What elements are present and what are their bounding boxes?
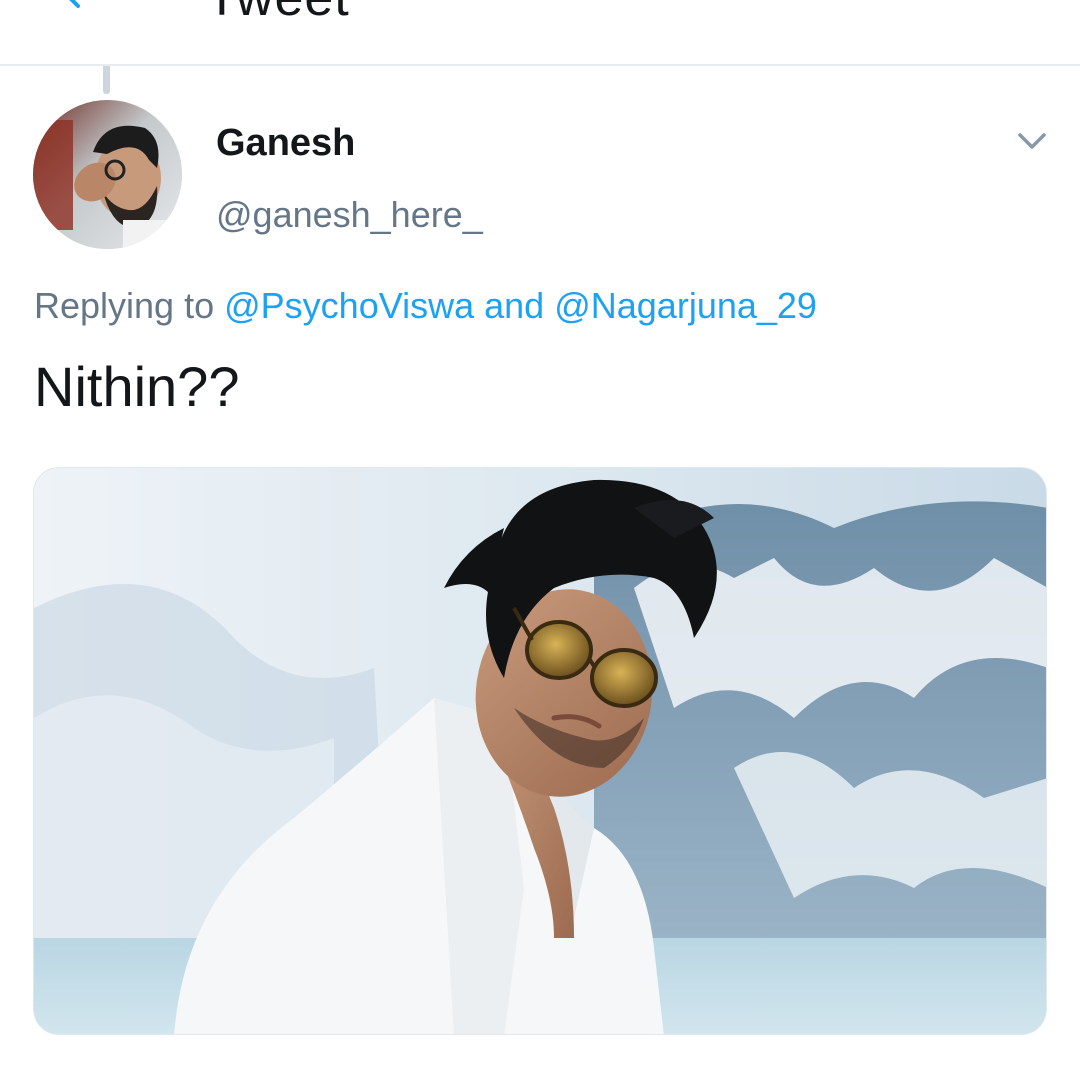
tweet-text: Nithin?? — [34, 355, 240, 418]
replying-to-line: Replying to @PsychoViswa and @Nagarjuna_… — [34, 285, 817, 327]
tweet-media-image[interactable] — [33, 467, 1047, 1035]
thread-connector-line — [103, 66, 110, 94]
mention-link[interactable]: @Nagarjuna_29 — [554, 285, 817, 326]
display-name[interactable]: Ganesh — [216, 122, 355, 165]
back-arrow-icon[interactable] — [56, 0, 88, 10]
top-app-bar: Tweet — [0, 0, 1080, 66]
chevron-down-icon[interactable] — [1014, 126, 1050, 156]
mention-link[interactable]: @PsychoViswa — [224, 285, 474, 326]
user-handle[interactable]: @ganesh_here_ — [216, 194, 483, 236]
page-title: Tweet — [206, 0, 350, 28]
replying-to-label: Replying to — [34, 285, 215, 326]
avatar[interactable] — [33, 100, 182, 249]
mention-conjunction[interactable]: and — [484, 285, 544, 326]
